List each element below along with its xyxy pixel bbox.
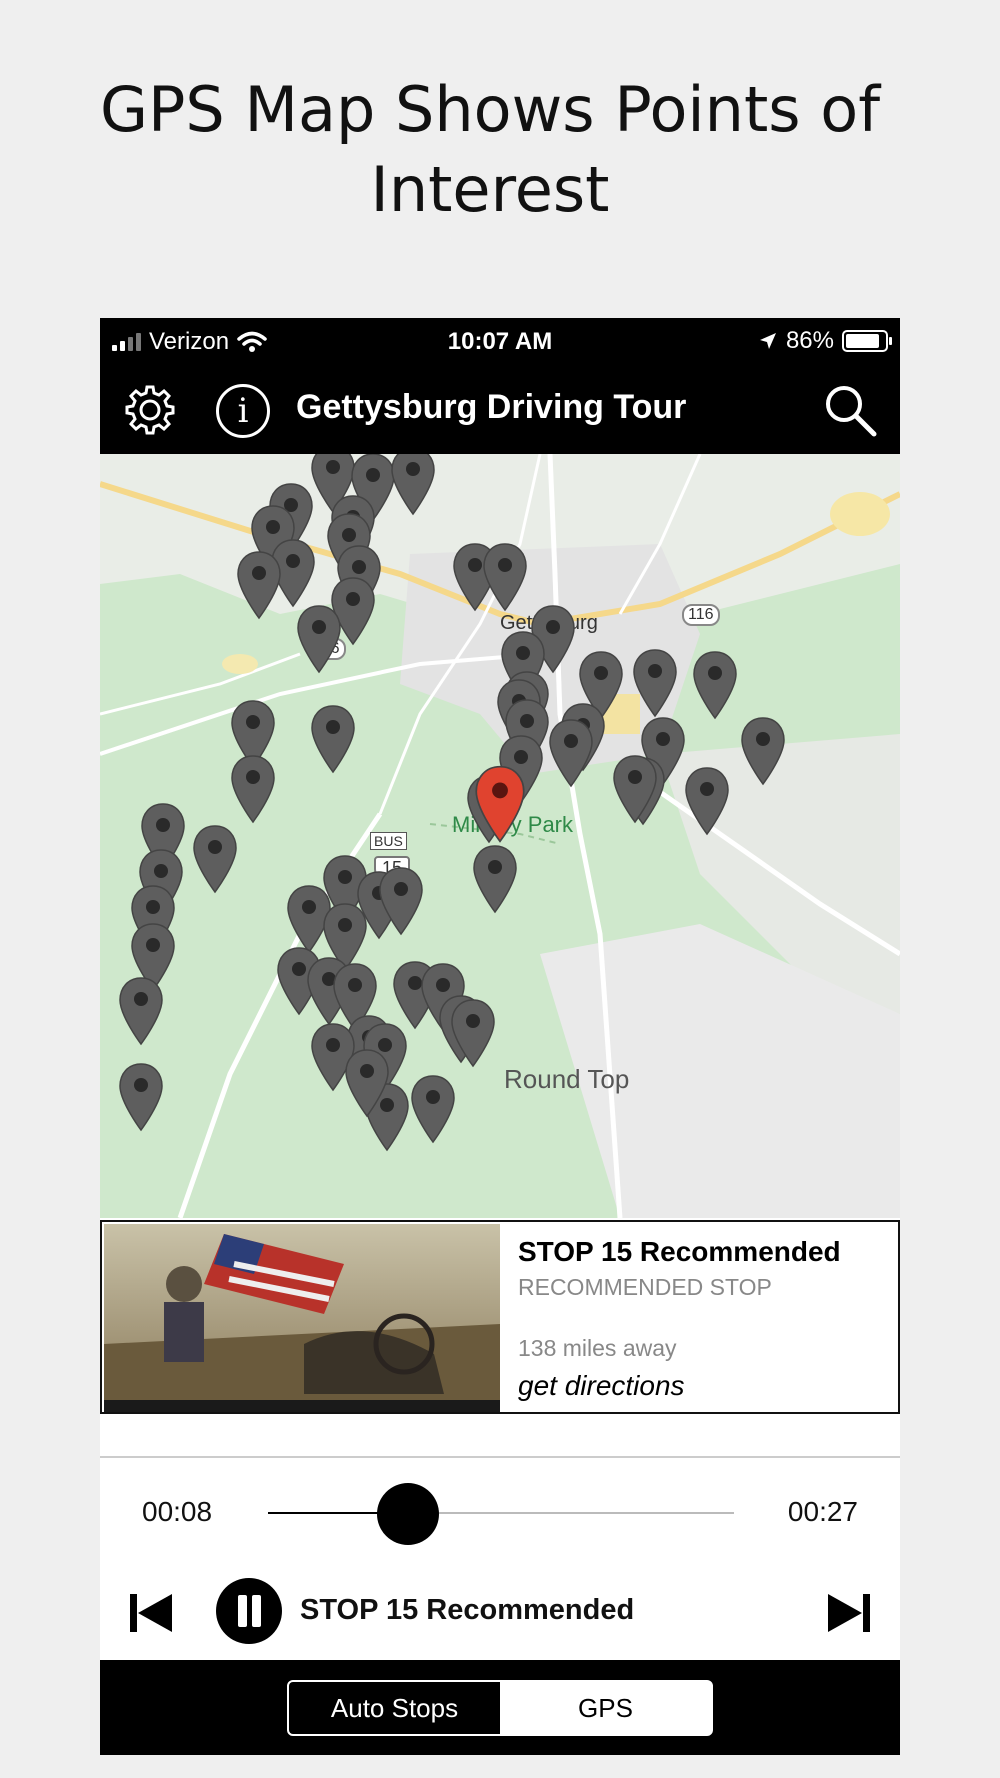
location-arrow-icon bbox=[759, 333, 776, 349]
mode-segmented-control: Auto Stops GPS bbox=[287, 1680, 713, 1736]
stop-distance: 138 miles away bbox=[518, 1335, 677, 1361]
now-playing-title: STOP 15 Recommended bbox=[300, 1594, 635, 1626]
map-pin-icon[interactable] bbox=[548, 718, 594, 788]
selected-map-pin-icon[interactable] bbox=[474, 764, 526, 844]
map-pin-icon[interactable] bbox=[118, 1062, 164, 1132]
battery-percent: 86% bbox=[785, 327, 834, 354]
get-directions-link[interactable]: get directions bbox=[518, 1370, 841, 1402]
seek-knob[interactable] bbox=[376, 1483, 439, 1545]
map-pin-icon[interactable] bbox=[612, 754, 658, 824]
segment-gps[interactable]: GPS bbox=[500, 1682, 711, 1734]
map-pin-icon[interactable] bbox=[410, 1074, 456, 1144]
headline-line-2: Interest bbox=[370, 153, 610, 226]
info-icon[interactable]: i bbox=[216, 384, 270, 438]
map-pin-icon[interactable] bbox=[390, 454, 436, 516]
status-bar: Verizon 10:07 AM 86% bbox=[100, 318, 900, 366]
map-pin-icon[interactable] bbox=[472, 844, 518, 914]
audio-player: 00:08 00:27 STOP 15 Recommended bbox=[100, 1458, 900, 1658]
map-pin-icon[interactable] bbox=[236, 550, 282, 620]
current-time: 00:08 bbox=[142, 1496, 213, 1527]
duration: 00:27 bbox=[787, 1496, 858, 1527]
phone-screen: Verizon 10:07 AM 86% i Gettysburg Drivin… bbox=[100, 318, 900, 1755]
map-pin-icon[interactable] bbox=[692, 650, 738, 720]
route-116-shield-a: 116 bbox=[682, 604, 720, 626]
pause-button[interactable] bbox=[216, 1578, 282, 1644]
map-pin-icon[interactable] bbox=[740, 716, 786, 786]
map-pin-icon[interactable] bbox=[684, 766, 730, 836]
stop-thumbnail bbox=[104, 1224, 500, 1412]
map-pin-icon[interactable] bbox=[118, 976, 164, 1046]
map-pin-icon[interactable] bbox=[310, 704, 356, 774]
nav-bar: i Gettysburg Driving Tour bbox=[100, 366, 900, 454]
app-title: Gettysburg Driving Tour bbox=[296, 388, 687, 426]
round-top-label: Round Top bbox=[504, 1064, 630, 1094]
segment-auto-stops[interactable]: Auto Stops bbox=[289, 1682, 500, 1734]
map-pin-icon[interactable] bbox=[632, 648, 678, 718]
route-bus-label: BUS bbox=[370, 832, 407, 850]
map-pin-icon[interactable] bbox=[378, 866, 424, 936]
status-right: 86% bbox=[758, 327, 892, 355]
map-pin-icon[interactable] bbox=[230, 754, 276, 824]
headline: GPS Map Shows Points of Interest bbox=[60, 70, 920, 230]
battery-icon bbox=[842, 330, 892, 352]
map-view[interactable]: Gettysburg 116 116 BUS 15 Military Park … bbox=[100, 454, 900, 1218]
bottom-bar: Auto Stops GPS bbox=[100, 1660, 900, 1755]
stop-subtitle: RECOMMENDED STOP bbox=[518, 1274, 772, 1300]
previous-track-icon[interactable] bbox=[128, 1590, 174, 1636]
map-pin-icon[interactable] bbox=[450, 998, 496, 1068]
stop-title: STOP 15 Recommended bbox=[518, 1236, 841, 1267]
next-track-icon[interactable] bbox=[826, 1590, 872, 1636]
map-pin-icon[interactable] bbox=[482, 542, 528, 612]
seek-track[interactable] bbox=[268, 1512, 734, 1514]
map-pin-icon[interactable] bbox=[192, 824, 238, 894]
map-pin-icon[interactable] bbox=[344, 1048, 390, 1118]
headline-line-1: GPS Map Shows Points of bbox=[99, 73, 881, 146]
stop-card-text: STOP 15 Recommended RECOMMENDED STOP 138… bbox=[518, 1236, 841, 1402]
map-pin-icon[interactable] bbox=[296, 604, 342, 674]
search-icon[interactable] bbox=[822, 382, 878, 438]
gear-icon[interactable] bbox=[122, 382, 178, 438]
stop-card[interactable]: STOP 15 Recommended RECOMMENDED STOP 138… bbox=[100, 1220, 900, 1414]
